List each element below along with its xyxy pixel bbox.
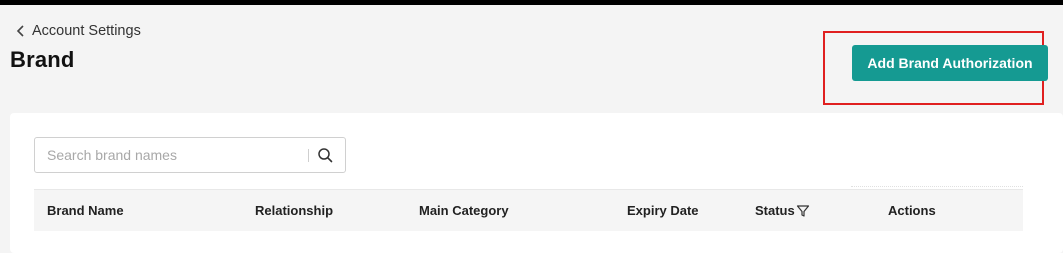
back-link[interactable]: Account Settings <box>16 22 141 40</box>
filter-icon[interactable] <box>796 204 810 218</box>
search-input[interactable] <box>47 145 302 165</box>
column-header-expiry-date: Expiry Date <box>627 203 699 218</box>
column-header-brand-name: Brand Name <box>47 203 124 218</box>
search-divider <box>308 149 309 162</box>
divider-dotted <box>851 186 1023 188</box>
column-header-status: Status <box>755 203 810 218</box>
back-link-label: Account Settings <box>32 23 141 39</box>
page-title: Brand <box>10 47 75 72</box>
search-box <box>34 137 346 173</box>
column-header-status-label: Status <box>755 203 795 218</box>
column-header-actions: Actions <box>888 203 936 218</box>
table-header: Brand Name Relationship Main Category Ex… <box>34 189 1023 231</box>
column-header-relationship: Relationship <box>255 203 334 218</box>
add-brand-authorization-label: Add Brand Authorization <box>867 55 1033 71</box>
chevron-left-icon <box>16 25 24 37</box>
search-icon[interactable] <box>317 147 333 163</box>
table-body <box>34 231 1023 241</box>
top-bar <box>0 0 1063 5</box>
add-brand-authorization-button[interactable]: Add Brand Authorization <box>852 45 1048 81</box>
column-header-main-category: Main Category <box>419 203 509 218</box>
